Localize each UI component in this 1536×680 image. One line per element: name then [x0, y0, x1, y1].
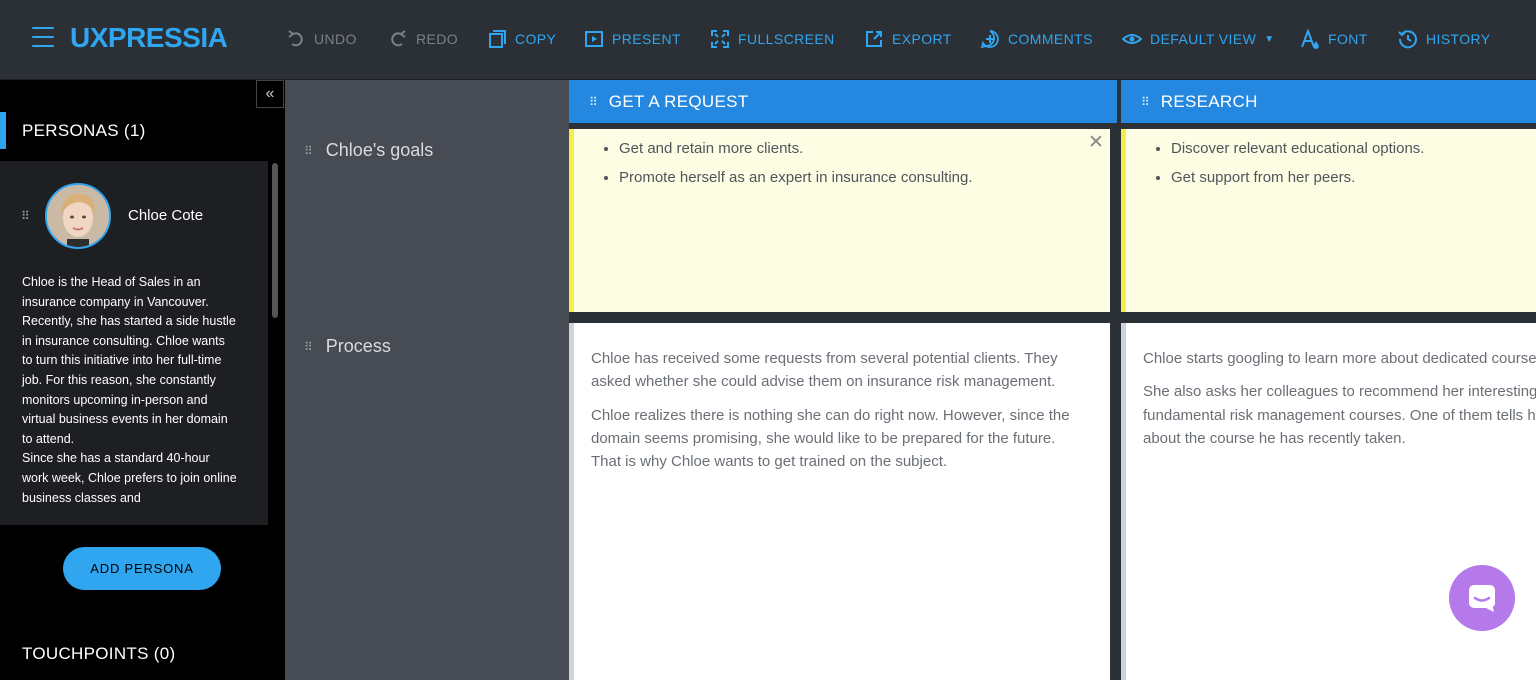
present-icon — [585, 31, 603, 47]
present-label: PRESENT — [612, 31, 681, 47]
stage-title: RESEARCH — [1160, 91, 1258, 111]
persona-photo — [47, 185, 109, 247]
present-button[interactable]: PRESENT — [584, 28, 681, 50]
drag-handle-icon[interactable]: ⠿ — [304, 144, 313, 158]
row-process[interactable]: ⠿ Process — [304, 336, 391, 357]
history-button[interactable]: HISTORY — [1398, 28, 1491, 50]
top-toolbar: UXPRESSIA UNDO REDO COPY PRESENT FULLSCR… — [0, 0, 1536, 80]
process-paragraph: She also asks her colleagues to recommen… — [1143, 383, 1536, 447]
persona-name: Chloe Cote — [128, 207, 204, 224]
export-button[interactable]: EXPORT — [864, 28, 952, 50]
row-label: Process — [325, 336, 391, 356]
redo-icon — [391, 30, 406, 47]
undo-label: UNDO — [314, 31, 357, 47]
close-icon[interactable]: ✕ — [1088, 131, 1104, 154]
goals-cell[interactable]: Discover relevant educational options. G… — [1121, 129, 1536, 312]
undo-icon — [288, 30, 303, 47]
touchpoints-title[interactable]: TOUCHPOINTS (0) — [22, 644, 175, 664]
drag-handle-icon[interactable]: ⠿ — [589, 95, 598, 109]
process-paragraph: Chloe has received some requests from se… — [591, 350, 1058, 391]
row-goals[interactable]: ⠿ Chloe's goals — [304, 140, 433, 161]
persona-card[interactable]: ⠿ Chloe Cote Chloe is the Head of Sales … — [0, 161, 268, 525]
process-paragraph: Chloe starts googling to learn more abou… — [1143, 350, 1536, 367]
persona-description: Chloe is the Head of Sales in an insuran… — [22, 275, 237, 505]
process-cell[interactable]: Chloe has received some requests from se… — [569, 323, 1110, 680]
collapse-sidebar-button[interactable]: « — [256, 80, 284, 108]
goals-cell[interactable]: Get and retain more clients. Promote her… — [569, 129, 1110, 312]
active-indicator — [0, 112, 6, 149]
drag-handle-icon[interactable]: ⠿ — [21, 209, 30, 223]
font-label: FONT — [1328, 31, 1368, 47]
font-button[interactable]: FONT — [1300, 28, 1368, 50]
comments-button[interactable]: COMMENTS — [980, 28, 1093, 50]
avatar — [45, 183, 111, 249]
copy-icon — [489, 30, 506, 48]
process-paragraph: Chloe realizes there is nothing she can … — [591, 406, 1070, 471]
drag-handle-icon[interactable]: ⠿ — [304, 340, 313, 354]
row-labels-panel — [285, 80, 569, 680]
list-item: Get and retain more clients. — [619, 139, 1110, 158]
eye-icon — [1122, 34, 1142, 44]
list-item: Promote herself as an expert in insuranc… — [619, 168, 1110, 187]
chat-support-button[interactable] — [1449, 565, 1515, 631]
export-label: EXPORT — [892, 31, 952, 47]
row-label: Chloe's goals — [325, 140, 434, 160]
stage-title: GET A REQUEST — [608, 91, 749, 111]
persona-scrollbar[interactable] — [272, 163, 278, 318]
default-view-dropdown[interactable]: DEFAULT VIEW ▼ — [1122, 28, 1275, 50]
app-logo[interactable]: UXPRESSIA — [70, 22, 228, 54]
goals-list: Get and retain more clients. Promote her… — [574, 139, 1110, 187]
menu-icon[interactable] — [32, 27, 54, 49]
undo-button[interactable]: UNDO — [286, 28, 357, 50]
redo-label: REDO — [416, 31, 459, 47]
personas-section-header[interactable]: PERSONAS (1) — [0, 112, 285, 150]
fullscreen-label: FULLSCREEN — [738, 31, 835, 47]
copy-label: COPY — [515, 31, 557, 47]
list-item: Discover relevant educational options. — [1171, 139, 1536, 158]
add-persona-button[interactable]: ADD PERSONA — [63, 547, 221, 590]
stage-header[interactable]: ⠿ RESEARCH — [1121, 80, 1536, 123]
list-item: Get support from her peers. — [1171, 168, 1536, 187]
chat-icon — [1469, 585, 1495, 612]
goals-list: Discover relevant educational options. G… — [1126, 139, 1536, 187]
default-view-label: DEFAULT VIEW — [1150, 31, 1257, 47]
caret-down-icon: ▼ — [1264, 33, 1275, 45]
redo-button[interactable]: REDO — [388, 28, 458, 50]
stage-header[interactable]: ⠿ GET A REQUEST — [569, 80, 1117, 123]
font-icon — [1301, 29, 1319, 49]
comment-plus-icon — [980, 30, 999, 49]
fullscreen-button[interactable]: FULLSCREEN — [710, 28, 835, 50]
copy-button[interactable]: COPY — [487, 28, 556, 50]
drag-handle-icon[interactable]: ⠿ — [1141, 95, 1150, 109]
history-label: HISTORY — [1426, 31, 1491, 47]
export-icon — [866, 31, 882, 47]
history-icon — [1398, 30, 1417, 49]
comments-label: COMMENTS — [1008, 31, 1093, 47]
personas-title: PERSONAS (1) — [22, 121, 146, 140]
fullscreen-icon — [711, 30, 729, 48]
